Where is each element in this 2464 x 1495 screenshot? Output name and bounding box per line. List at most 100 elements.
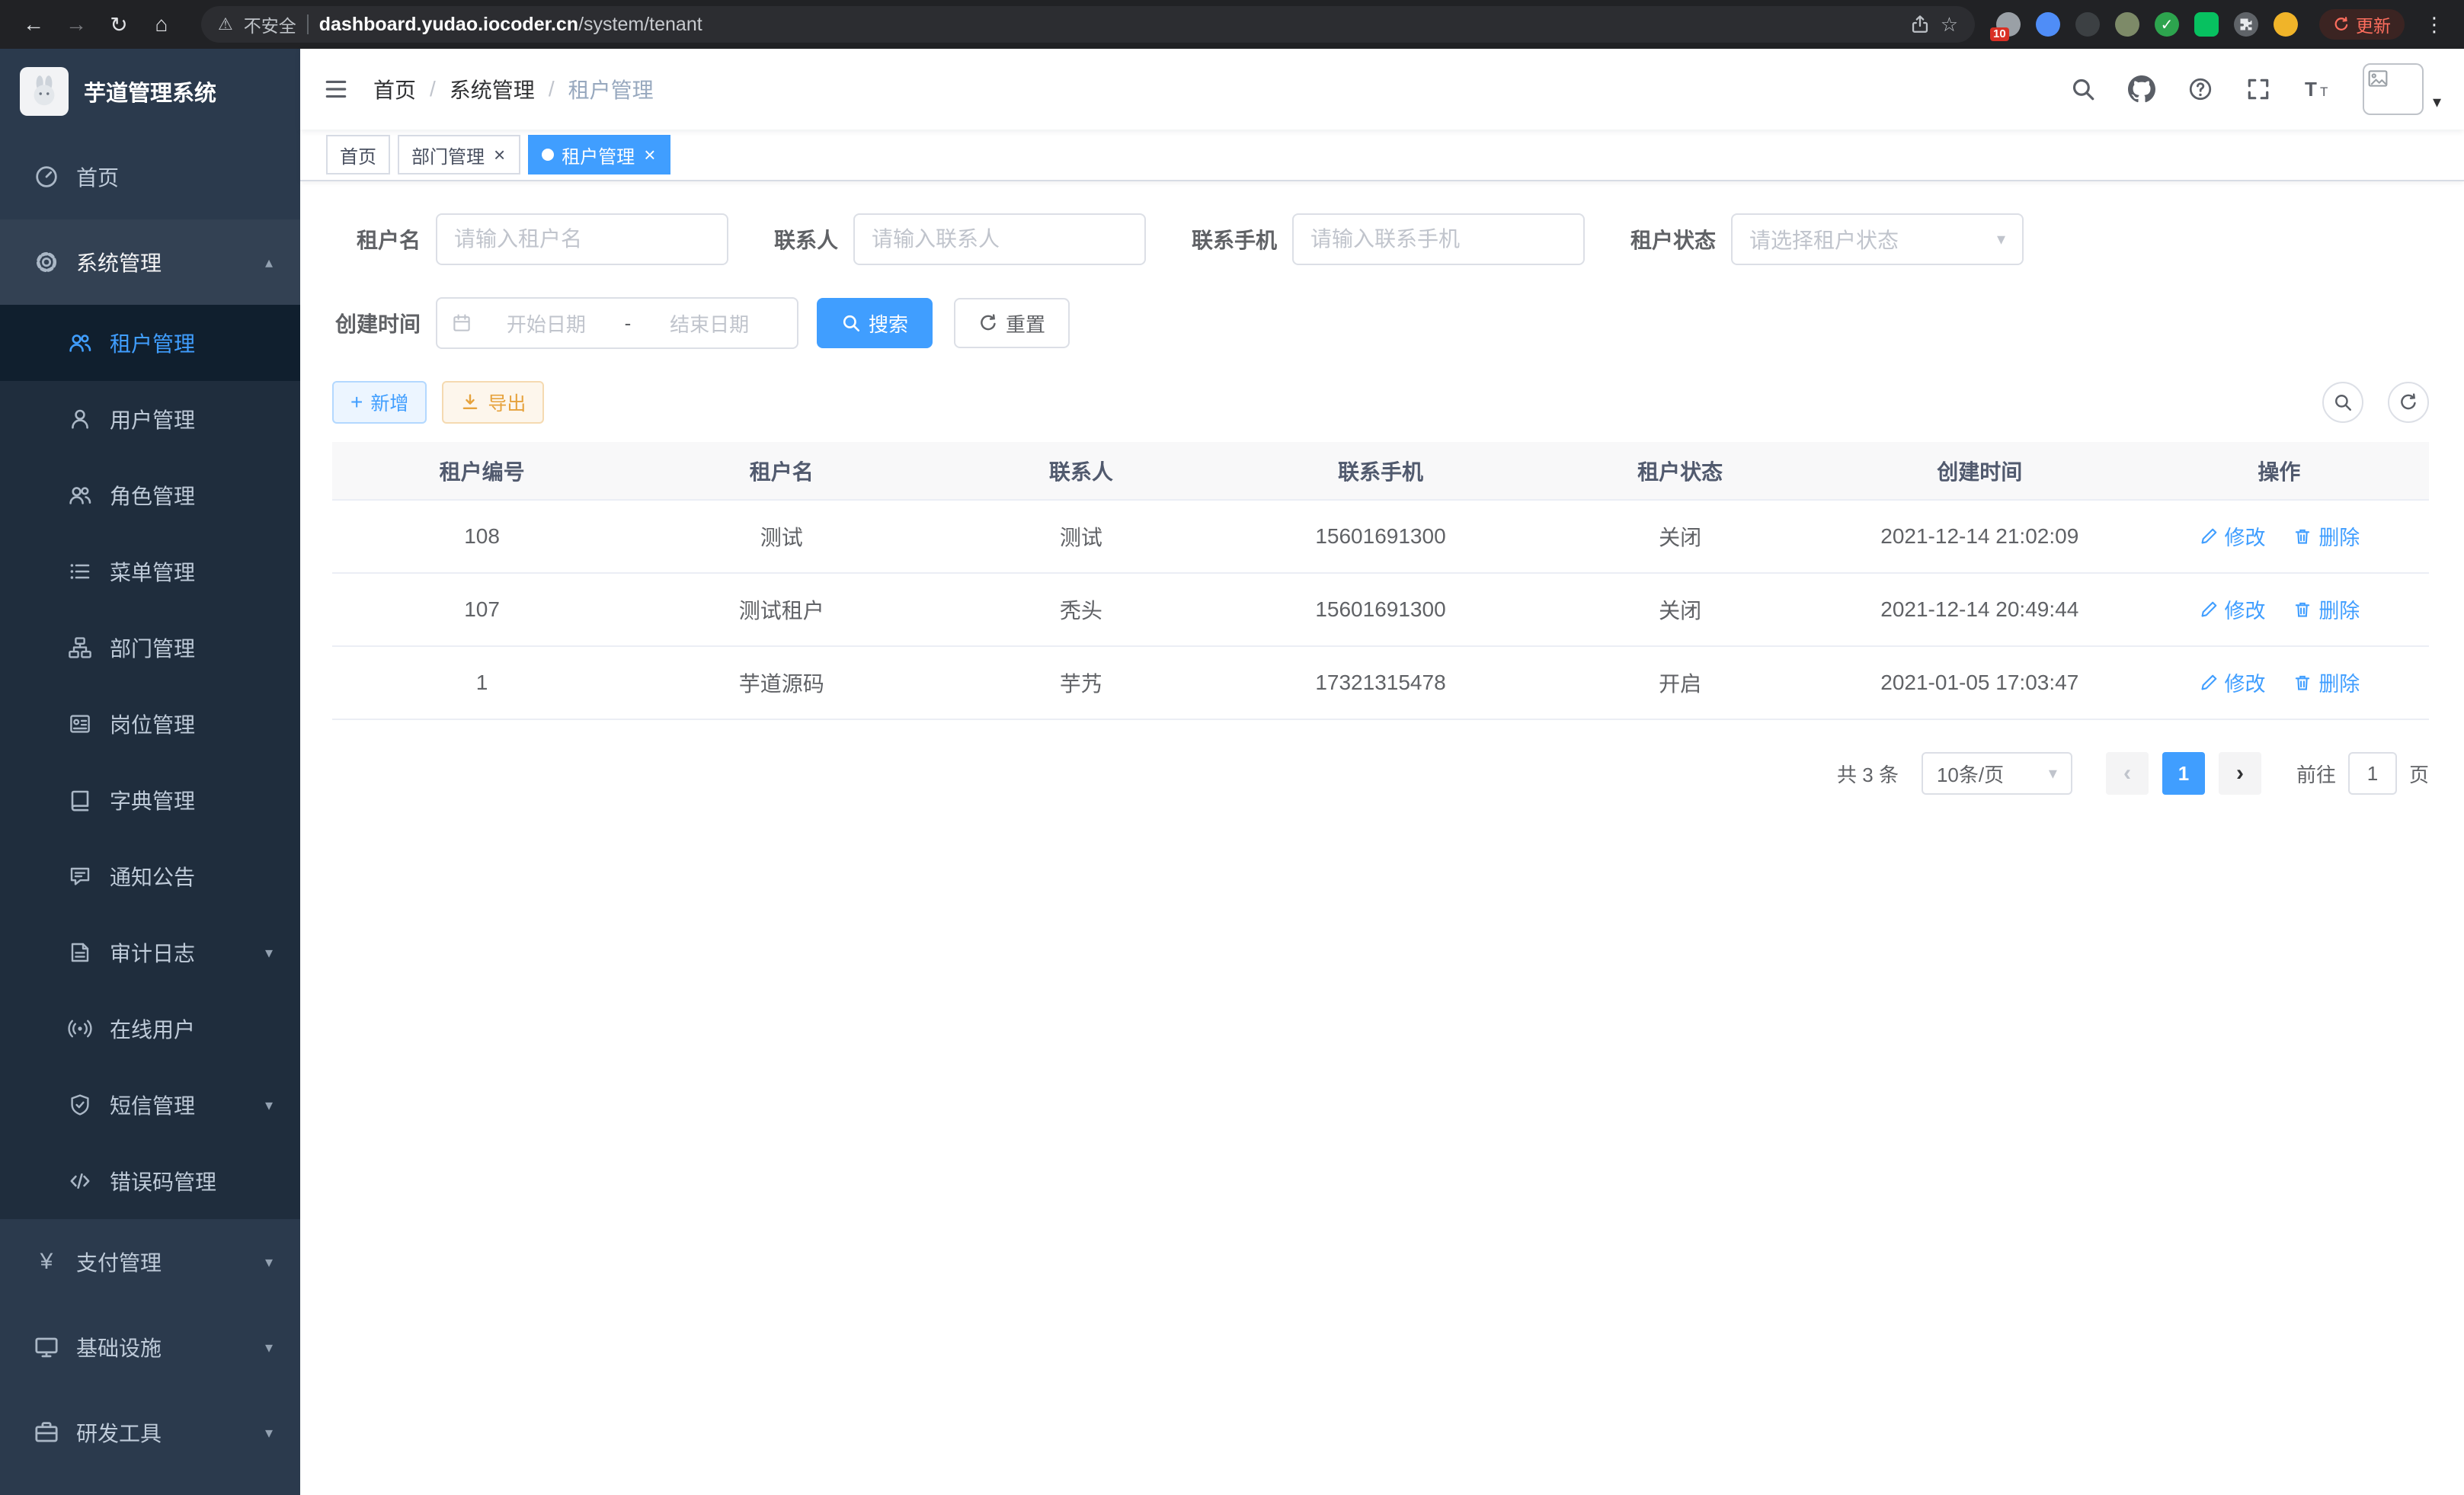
sidebar-item-audit-log[interactable]: 审计日志 ▾ xyxy=(0,914,300,991)
sidebar-item-label: 角色管理 xyxy=(110,480,195,511)
table-row[interactable]: 107 测试租户 秃头 15601691300 关闭 2021-12-14 20… xyxy=(332,573,2429,646)
monitor-icon xyxy=(34,1334,59,1360)
reload-button[interactable]: ↻ xyxy=(101,6,137,43)
extensions-puzzle-icon[interactable] xyxy=(2234,12,2258,37)
tenant-name-input[interactable] xyxy=(436,213,728,265)
chevron-down-icon: ▾ xyxy=(265,1253,273,1272)
tab-tenant-management[interactable]: 租户管理 × xyxy=(528,135,670,174)
user-avatar-menu[interactable]: ▾ xyxy=(2363,63,2441,115)
reset-button[interactable]: 重置 xyxy=(954,298,1070,348)
cell-contact: 秃头 xyxy=(931,573,1230,646)
tenant-status-select[interactable]: 请选择租户状态 ▾ xyxy=(1731,213,2024,265)
breadcrumb-current: 租户管理 xyxy=(568,74,654,104)
contact-input[interactable] xyxy=(853,213,1146,265)
app-logo[interactable]: 芋道管理系统 xyxy=(0,49,300,134)
sidebar-item-post-management[interactable]: 岗位管理 xyxy=(0,686,300,762)
add-button[interactable]: + 新增 xyxy=(332,381,427,424)
sidebar-item-label: 研发工具 xyxy=(76,1417,162,1448)
bookmark-star-icon[interactable]: ☆ xyxy=(1941,13,1958,37)
chrome-update-button[interactable]: 更新 xyxy=(2319,9,2405,40)
extension-icon-5[interactable]: ✓ xyxy=(2155,12,2179,37)
plus-icon: + xyxy=(350,392,363,413)
fullscreen-icon[interactable] xyxy=(2245,76,2271,102)
forward-button[interactable]: → xyxy=(58,6,94,43)
sidebar-item-dept-management[interactable]: 部门管理 xyxy=(0,610,300,686)
column-header: 租户状态 xyxy=(1531,442,1830,500)
share-icon[interactable] xyxy=(1910,14,1930,34)
chevron-down-icon: ▾ xyxy=(2433,88,2441,115)
create-time-range-picker[interactable]: 开始日期 - 结束日期 xyxy=(436,297,798,349)
extension-icon-6[interactable] xyxy=(2194,12,2219,37)
table-row[interactable]: 1 芋道源码 芋艿 17321315478 开启 2021-01-05 17:0… xyxy=(332,646,2429,719)
profile-avatar[interactable] xyxy=(2274,12,2298,37)
cell-phone: 15601691300 xyxy=(1230,573,1530,646)
tab-home[interactable]: 首页 xyxy=(326,135,390,174)
chat-bubble-icon xyxy=(67,863,93,889)
table-row[interactable]: 108 测试 测试 15601691300 关闭 2021-12-14 21:0… xyxy=(332,500,2429,573)
page-size-select[interactable]: 10条/页 ▾ xyxy=(1922,752,2072,795)
delete-button[interactable]: 删除 xyxy=(2293,521,2360,551)
export-button[interactable]: 导出 xyxy=(442,381,544,424)
edit-button[interactable]: 修改 xyxy=(2199,594,2266,624)
svg-text:T: T xyxy=(2320,85,2328,99)
github-icon[interactable] xyxy=(2128,75,2155,103)
sidebar-item-user-management[interactable]: 用户管理 xyxy=(0,381,300,457)
back-button[interactable]: ← xyxy=(15,6,52,43)
breadcrumb-system[interactable]: 系统管理 xyxy=(450,74,535,104)
cell-created: 2021-12-14 21:02:09 xyxy=(1830,500,2130,573)
user-icon xyxy=(67,406,93,432)
yen-icon: ¥ xyxy=(34,1249,59,1275)
font-size-icon[interactable]: TT xyxy=(2303,76,2331,102)
cell-tenant-id: 1 xyxy=(332,646,632,719)
home-button[interactable]: ⌂ xyxy=(143,6,180,43)
sidebar-item-role-management[interactable]: 角色管理 xyxy=(0,457,300,533)
edit-button[interactable]: 修改 xyxy=(2199,521,2266,551)
refresh-table-button[interactable] xyxy=(2388,382,2429,423)
next-page-button[interactable]: › xyxy=(2219,752,2261,795)
cell-tenant-id: 108 xyxy=(332,500,632,573)
close-icon[interactable]: × xyxy=(492,145,507,165)
sidebar-item-dev-tools[interactable]: 研发工具 ▾ xyxy=(0,1390,300,1475)
sidebar-item-menu-management[interactable]: 菜单管理 xyxy=(0,533,300,610)
close-icon[interactable]: × xyxy=(642,145,657,165)
search-button[interactable]: 搜索 xyxy=(817,298,933,348)
select-placeholder: 请选择租户状态 xyxy=(1749,224,1899,255)
goto-page-input[interactable] xyxy=(2348,752,2397,795)
breadcrumb-home[interactable]: 首页 xyxy=(373,74,416,104)
sidebar-item-infrastructure[interactable]: 基础设施 ▾ xyxy=(0,1305,300,1390)
sidebar-item-online-users[interactable]: 在线用户 xyxy=(0,991,300,1067)
hide-search-button[interactable] xyxy=(2322,382,2363,423)
extension-icon-3[interactable] xyxy=(2075,12,2100,37)
contact-label: 联系人 xyxy=(774,224,838,255)
sidebar-item-label: 系统管理 xyxy=(76,247,162,277)
sidebar-item-home[interactable]: 首页 xyxy=(0,134,300,219)
sidebar-item-dict-management[interactable]: 字典管理 xyxy=(0,762,300,838)
delete-button[interactable]: 删除 xyxy=(2293,594,2360,624)
tab-label: 部门管理 xyxy=(411,142,485,168)
extension-icon-4[interactable] xyxy=(2115,12,2139,37)
sidebar-toggle-icon[interactable] xyxy=(323,76,349,102)
sidebar-item-notice[interactable]: 通知公告 xyxy=(0,838,300,914)
delete-label: 删除 xyxy=(2318,521,2360,551)
sidebar-item-label: 审计日志 xyxy=(110,937,195,968)
search-icon[interactable] xyxy=(2070,76,2096,102)
prev-page-button[interactable]: ‹ xyxy=(2106,752,2149,795)
edit-button[interactable]: 修改 xyxy=(2199,667,2266,697)
phone-input[interactable] xyxy=(1292,213,1585,265)
browser-menu-icon[interactable]: ⋮ xyxy=(2420,13,2449,37)
help-icon[interactable] xyxy=(2187,76,2213,102)
page-number-1[interactable]: 1 xyxy=(2162,752,2205,795)
sidebar-item-sms-management[interactable]: 短信管理 ▾ xyxy=(0,1067,300,1143)
delete-button[interactable]: 删除 xyxy=(2293,667,2360,697)
column-header: 租户名 xyxy=(632,442,931,500)
sidebar-item-tenant-management[interactable]: 租户管理 xyxy=(0,305,300,381)
tab-dept-management[interactable]: 部门管理 × xyxy=(398,135,520,174)
address-bar[interactable]: ⚠ 不安全 dashboard.yudao.iocoder.cn/system/… xyxy=(201,6,1975,43)
extension-icon-2[interactable] xyxy=(2036,12,2060,37)
tab-label: 租户管理 xyxy=(562,142,635,168)
sidebar-item-label: 基础设施 xyxy=(76,1332,162,1362)
sidebar-item-error-code[interactable]: 错误码管理 xyxy=(0,1143,300,1219)
sidebar-item-system-management[interactable]: 系统管理 ▴ xyxy=(0,219,300,305)
extension-icon-1[interactable]: 10 xyxy=(1996,12,2021,37)
sidebar-item-payment[interactable]: ¥ 支付管理 ▾ xyxy=(0,1219,300,1305)
